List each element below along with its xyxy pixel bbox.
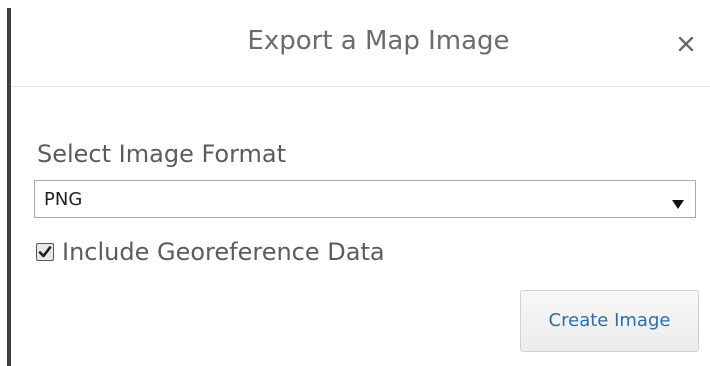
header-divider: [11, 86, 710, 87]
close-icon: [672, 30, 700, 58]
close-button[interactable]: [672, 30, 700, 58]
georeference-option: Include Georeference Data: [36, 236, 385, 268]
checkmark-icon: [38, 246, 52, 258]
georeference-checkbox[interactable]: [36, 243, 54, 261]
georeference-label: Include Georeference Data: [62, 238, 385, 266]
image-format-select[interactable]: PNG: [34, 180, 696, 218]
export-map-image-dialog: Export a Map Image Select Image Format P…: [0, 0, 710, 366]
dialog-title: Export a Map Image: [247, 26, 510, 56]
dialog-header: Export a Map Image: [11, 0, 710, 86]
image-format-label: Select Image Format: [37, 140, 287, 168]
dropdown-arrow-icon: [672, 195, 684, 214]
create-image-button[interactable]: Create Image: [520, 290, 699, 352]
image-format-selected-value: PNG: [44, 189, 83, 210]
